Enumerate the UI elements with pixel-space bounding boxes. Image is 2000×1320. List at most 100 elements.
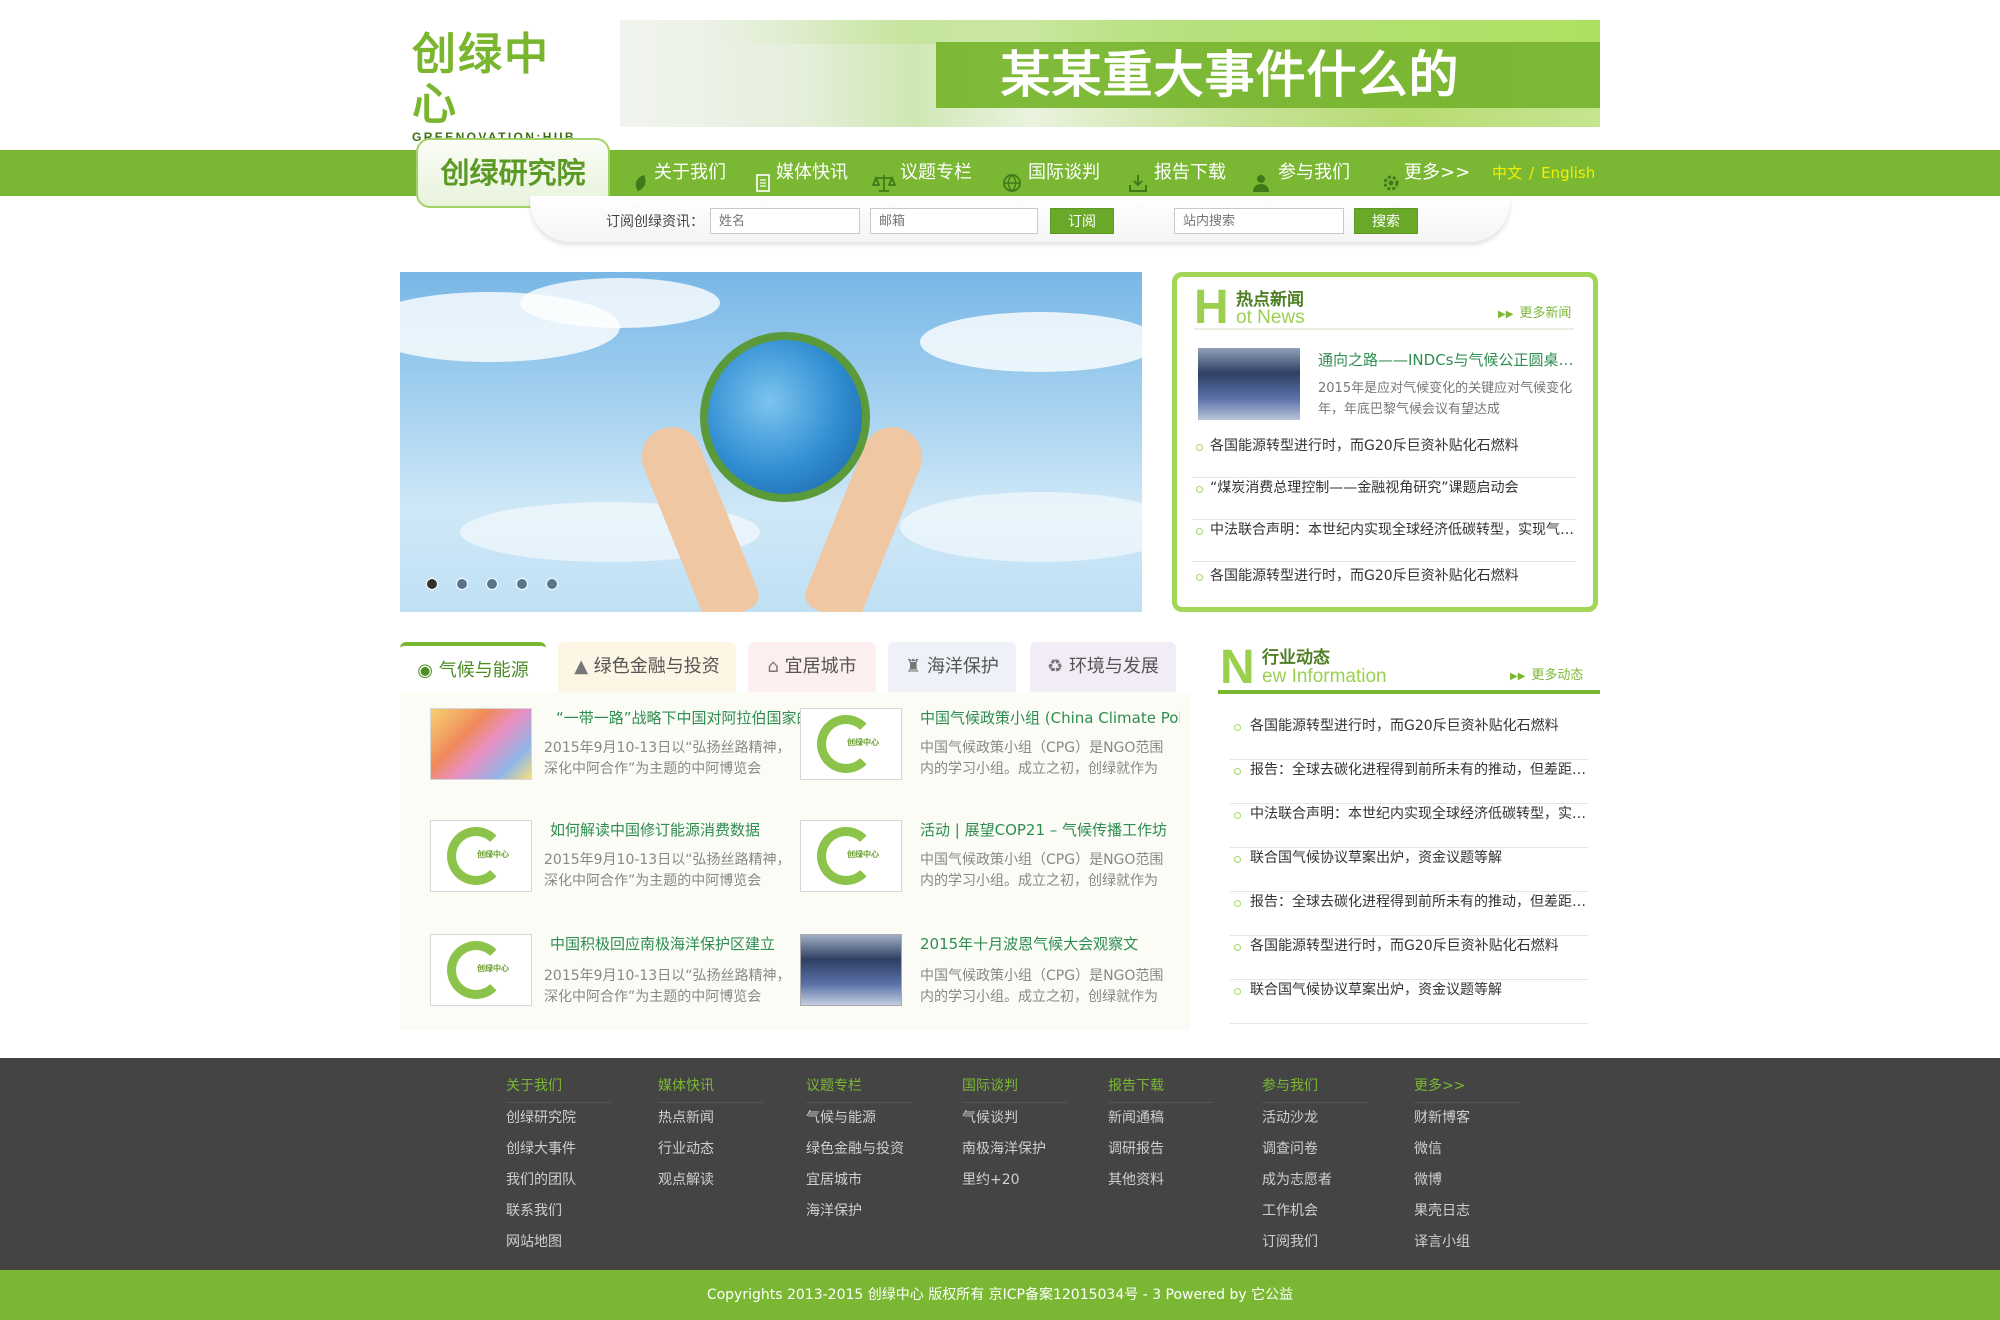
article-title[interactable]: 活动 | 展望COP21 – 气候传播工作坊 xyxy=(920,820,1180,840)
hot-news-more-link[interactable]: ▶▶ 更多新闻 xyxy=(1498,306,1571,323)
footer-link[interactable]: 观点解读 xyxy=(658,1165,764,1196)
tab-climate-energy[interactable]: ◉ 气候与能源 xyxy=(400,642,546,692)
footer-column-head[interactable]: 国际谈判 xyxy=(962,1076,1068,1103)
nav-item-more[interactable]: 更多>> xyxy=(1382,150,1470,196)
tab-green-finance[interactable]: ▲ 绿色金融与投资 xyxy=(558,642,736,692)
footer-link[interactable]: 网站地图 xyxy=(506,1227,612,1258)
hot-news-item[interactable]: 各国能源转型进行时，而G20斥巨资补贴化石燃料 xyxy=(1192,566,1576,608)
article-title[interactable]: 2015年十月波恩气候大会观察文 xyxy=(920,934,1180,954)
subscribe-button[interactable]: 订阅 xyxy=(1050,208,1114,234)
industry-item[interactable]: 联合国气候协议草案出炉，资金议题等解 xyxy=(1230,980,1588,1024)
footer-link[interactable]: 绿色金融与投资 xyxy=(806,1134,912,1165)
footer-link[interactable]: 订阅我们 xyxy=(1262,1227,1368,1258)
industry-item[interactable]: 报告：全球去碳化进程得到前所未有的推动，但差距仍存 xyxy=(1230,892,1588,936)
footer-link[interactable]: 创绿研究院 xyxy=(506,1103,612,1134)
industry-item[interactable]: 各国能源转型进行时，而G20斥巨资补贴化石燃料 xyxy=(1230,716,1588,760)
slider-dot-5[interactable] xyxy=(546,578,558,590)
subscribe-name-input[interactable] xyxy=(710,208,860,234)
industry-item[interactable]: 各国能源转型进行时，而G20斥巨资补贴化石燃料 xyxy=(1230,936,1588,980)
main-nav-bar xyxy=(0,150,2000,196)
article-image-map[interactable] xyxy=(430,708,532,780)
tab-label: 宜居城市 xyxy=(784,656,857,677)
footer-link[interactable]: 微博 xyxy=(1414,1165,1520,1196)
download-icon xyxy=(1128,164,1150,192)
lang-en-link[interactable]: English xyxy=(1541,164,1595,182)
slider-dot-3[interactable] xyxy=(486,578,498,590)
article-title[interactable]: 中国积极回应南极海洋保护区建立 xyxy=(550,934,810,954)
article-image-logo[interactable]: 创绿中心 xyxy=(800,820,902,892)
nav-item-topics[interactable]: 议题专栏 xyxy=(871,150,972,196)
footer-link[interactable]: 财新博客 xyxy=(1414,1103,1520,1134)
hot-news-item[interactable]: 中法联合声明：本世纪内实现全球经济低碳转型，实现气候目标 xyxy=(1192,520,1576,562)
footer-column-join: 参与我们 活动沙龙 调查问卷 成为志愿者 工作机会 订阅我们 xyxy=(1262,1076,1368,1258)
article-image-logo[interactable]: 创绿中心 xyxy=(430,934,532,1006)
article-image-photo[interactable] xyxy=(800,934,902,1006)
industry-item[interactable]: 报告：全球去碳化进程得到前所未有的推动，但差距仍存 xyxy=(1230,760,1588,804)
copyright-bar: Copyrights 2013-2015 创绿中心 版权所有 京ICP备案120… xyxy=(0,1270,2000,1320)
article-image-logo[interactable]: 创绿中心 xyxy=(800,708,902,780)
nav-item-label: 更多>> xyxy=(1404,162,1471,183)
footer-column-head[interactable]: 参与我们 xyxy=(1262,1076,1368,1103)
footer-link[interactable]: 活动沙龙 xyxy=(1262,1103,1368,1134)
article-title[interactable]: 中国气候政策小组 (China Climate Policy Group) xyxy=(920,708,1180,728)
hot-news-featured-image[interactable] xyxy=(1198,348,1300,420)
industry-item[interactable]: 联合国气候协议草案出炉，资金议题等解 xyxy=(1230,848,1588,892)
site-search-input[interactable] xyxy=(1174,208,1344,234)
scales-icon xyxy=(871,164,897,192)
footer-link[interactable]: 行业动态 xyxy=(658,1134,764,1165)
nav-item-join[interactable]: 参与我们 xyxy=(1252,150,1350,196)
nav-item-about[interactable]: 关于我们 xyxy=(632,150,726,196)
footer-link[interactable]: 其他资料 xyxy=(1108,1165,1214,1196)
hot-news-featured-title[interactable]: 通向之路——INDCs与气候公正圆桌会议 xyxy=(1318,350,1580,370)
slider-dot-1[interactable] xyxy=(426,578,438,590)
footer-link[interactable]: 译言小组 xyxy=(1414,1227,1520,1258)
footer-link[interactable]: 气候与能源 xyxy=(806,1103,912,1134)
footer-link[interactable]: 我们的团队 xyxy=(506,1165,612,1196)
site-logo[interactable]: 创绿中心 GREENOVATION:HUB xyxy=(412,30,592,145)
slider-dot-4[interactable] xyxy=(516,578,528,590)
hot-news-item[interactable]: 各国能源转型进行时，而G20斥巨资补贴化石燃料 xyxy=(1192,436,1576,478)
footer-link[interactable]: 海洋保护 xyxy=(806,1196,912,1227)
hot-news-item[interactable]: “煤炭消费总理控制——金融视角研究”课题启动会 xyxy=(1192,478,1576,520)
tab-ocean[interactable]: ♜ 海洋保护 xyxy=(888,642,1016,692)
industry-item[interactable]: 中法联合声明：本世纪内实现全球经济低碳转型，实现气候目标 xyxy=(1230,804,1588,848)
tab-livable-city[interactable]: ⌂ 宜居城市 xyxy=(748,642,876,692)
industry-more-link[interactable]: ▶▶ 更多动态 xyxy=(1510,668,1583,685)
footer-link[interactable]: 里约+20 xyxy=(962,1165,1068,1196)
footer-link[interactable]: 创绿大事件 xyxy=(506,1134,612,1165)
footer-link[interactable]: 南极海洋保护 xyxy=(962,1134,1068,1165)
footer-column-head[interactable]: 更多>> xyxy=(1414,1076,1520,1103)
nav-item-reports[interactable]: 报告下载 xyxy=(1128,150,1226,196)
footer-column-head[interactable]: 关于我们 xyxy=(506,1076,612,1103)
article-desc: 中国气候政策小组（CPG）是NGO范围内的学习小组。成立之初，创绿就作为 xyxy=(920,852,1164,889)
footer-link[interactable]: 微信 xyxy=(1414,1134,1520,1165)
nav-item-negotiation[interactable]: 国际谈判 xyxy=(1002,150,1100,196)
search-button[interactable]: 搜索 xyxy=(1354,208,1418,234)
hot-news-featured-desc: 2015年是应对气候变化的关键应对气候变化年，年底巴黎气候会议有望达成 xyxy=(1318,381,1573,417)
footer-column-head[interactable]: 报告下载 xyxy=(1108,1076,1214,1103)
industry-divider xyxy=(1218,690,1600,694)
subscribe-email-input[interactable] xyxy=(870,208,1038,234)
footer-link[interactable]: 联系我们 xyxy=(506,1196,612,1227)
footer-link[interactable]: 新闻通稿 xyxy=(1108,1103,1214,1134)
header-banner[interactable]: 某某重大事件什么的 xyxy=(620,20,1600,127)
slider-dot-2[interactable] xyxy=(456,578,468,590)
footer-link[interactable]: 气候谈判 xyxy=(962,1103,1068,1134)
footer-link[interactable]: 工作机会 xyxy=(1262,1196,1368,1227)
nav-item-media[interactable]: 媒体快讯 xyxy=(754,150,848,196)
footer-column-head[interactable]: 议题专栏 xyxy=(806,1076,912,1103)
article-image-logo[interactable]: 创绿中心 xyxy=(430,820,532,892)
footer-link[interactable]: 果壳日志 xyxy=(1414,1196,1520,1227)
footer-column-head[interactable]: 媒体快讯 xyxy=(658,1076,764,1103)
footer-link[interactable]: 调研报告 xyxy=(1108,1134,1214,1165)
footer-link[interactable]: 调查问卷 xyxy=(1262,1134,1368,1165)
footer-link[interactable]: 成为志愿者 xyxy=(1262,1165,1368,1196)
article-title[interactable]: 如何解读中国修订能源消费数据 xyxy=(550,820,810,840)
footer-link[interactable]: 热点新闻 xyxy=(658,1103,764,1134)
tab-environment[interactable]: ♻ 环境与发展 xyxy=(1030,642,1176,692)
industry-title-cn: 行业动态 xyxy=(1262,648,1330,668)
hero-slider[interactable] xyxy=(400,272,1142,612)
footer-link[interactable]: 宜居城市 xyxy=(806,1165,912,1196)
lang-cn-link[interactable]: 中文 xyxy=(1492,164,1522,182)
article-title[interactable]: “一带一路”战略下中国对阿拉伯国家的投资 xyxy=(556,708,816,728)
